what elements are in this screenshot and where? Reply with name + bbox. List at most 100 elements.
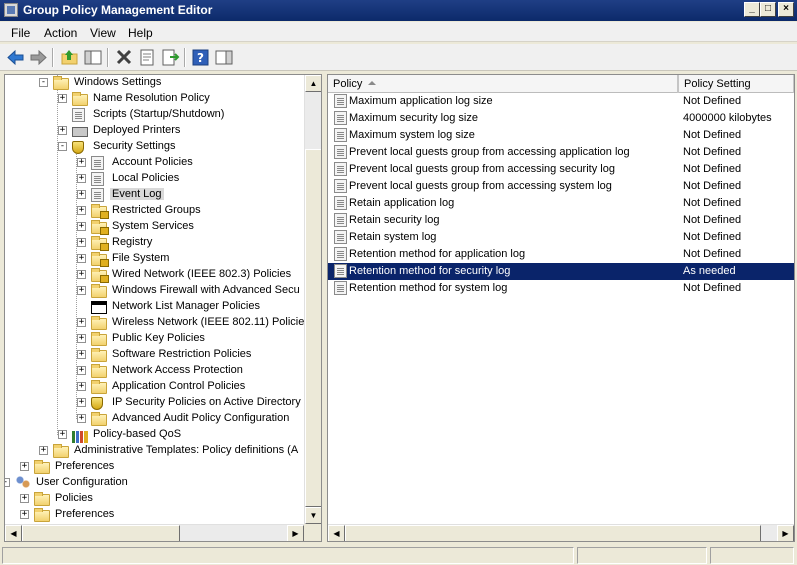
tree-node-label[interactable]: Preferences xyxy=(53,508,116,520)
tree-node[interactable]: + Windows Firewall with Advanced Secu xyxy=(5,283,304,299)
expand-toggle-icon[interactable]: + xyxy=(77,270,86,279)
tree-node[interactable]: + Public Key Policies xyxy=(5,331,304,347)
policy-row[interactable]: Retain application log Not Defined xyxy=(328,195,794,212)
menu-action[interactable]: Action xyxy=(44,26,77,40)
collapse-toggle-icon[interactable]: - xyxy=(39,78,48,87)
policy-row[interactable]: Maximum system log size Not Defined xyxy=(328,127,794,144)
scroll-up-button[interactable]: ▲ xyxy=(305,75,321,92)
app-icon[interactable] xyxy=(4,3,18,17)
export-list-icon[interactable] xyxy=(160,48,180,67)
show-action-pane-icon[interactable] xyxy=(214,48,234,67)
tree-node[interactable]: + Name Resolution Policy xyxy=(5,91,304,107)
tree-node-label[interactable]: Public Key Policies xyxy=(110,332,207,344)
tree-node[interactable]: + File System xyxy=(5,251,304,267)
scroll-thumb[interactable] xyxy=(22,525,180,541)
expand-toggle-icon[interactable]: + xyxy=(77,398,86,407)
policy-row[interactable]: Prevent local guests group from accessin… xyxy=(328,144,794,161)
tree-node-label[interactable]: User Configuration xyxy=(34,476,130,488)
tree-node-label[interactable]: Name Resolution Policy xyxy=(91,92,212,104)
tree-node-label[interactable]: Scripts (Startup/Shutdown) xyxy=(91,108,226,120)
tree-node[interactable]: + Deployed Printers xyxy=(5,123,304,139)
tree-node[interactable]: - User Configuration xyxy=(5,475,304,491)
expand-toggle-icon[interactable]: + xyxy=(20,462,29,471)
expand-toggle-icon[interactable]: + xyxy=(77,174,86,183)
tree-node[interactable]: + Account Policies xyxy=(5,155,304,171)
tree-horizontal-scrollbar[interactable]: ◀ ▶ xyxy=(5,524,304,541)
menu-help[interactable]: Help xyxy=(128,26,153,40)
policy-row[interactable]: Prevent local guests group from accessin… xyxy=(328,178,794,195)
close-button[interactable]: × xyxy=(778,2,794,17)
tree-node[interactable]: + System Services xyxy=(5,219,304,235)
minimize-button[interactable]: _ xyxy=(744,2,760,17)
tree-node[interactable]: + Preferences xyxy=(5,459,304,475)
tree-node[interactable]: + Event Log xyxy=(5,187,304,203)
tree-node-label[interactable]: Account Policies xyxy=(110,156,195,168)
tree-node-label[interactable]: Network List Manager Policies xyxy=(110,300,262,312)
column-header-policy[interactable]: Policy xyxy=(328,75,678,93)
policy-row[interactable]: Maximum security log size 4000000 kilobyt… xyxy=(328,110,794,127)
tree-node-label[interactable]: Preferences xyxy=(53,460,116,472)
tree-node[interactable]: + Local Policies xyxy=(5,171,304,187)
tree-node-label[interactable]: Windows Settings xyxy=(72,76,163,88)
scroll-left-button[interactable]: ◀ xyxy=(5,525,22,541)
tree-node-label[interactable]: File System xyxy=(110,252,171,264)
tree-node[interactable]: + Preferences xyxy=(5,507,304,523)
expand-toggle-icon[interactable]: + xyxy=(77,334,86,343)
tree-node-label[interactable]: Event Log xyxy=(110,188,164,200)
maximize-button[interactable]: □ xyxy=(760,2,776,17)
expand-toggle-icon[interactable]: + xyxy=(77,414,86,423)
tree-node[interactable]: + Registry xyxy=(5,235,304,251)
policy-row[interactable]: Retain security log Not Defined xyxy=(328,212,794,229)
tree-node-label[interactable]: Windows Firewall with Advanced Secu xyxy=(110,284,302,296)
column-header-policy-setting[interactable]: Policy Setting xyxy=(678,75,794,93)
expand-toggle-icon[interactable]: + xyxy=(77,206,86,215)
expand-toggle-icon[interactable]: + xyxy=(58,94,67,103)
expand-toggle-icon[interactable]: + xyxy=(20,494,29,503)
expand-toggle-icon[interactable]: + xyxy=(39,446,48,455)
expand-toggle-icon[interactable]: + xyxy=(77,318,86,327)
list-horizontal-scrollbar[interactable]: ◀ ▶ xyxy=(328,524,794,541)
expand-toggle-icon[interactable]: + xyxy=(77,350,86,359)
tree-node-label[interactable]: Network Access Protection xyxy=(110,364,245,376)
tree-node[interactable]: Network List Manager Policies xyxy=(5,299,304,315)
back-icon[interactable] xyxy=(6,48,26,67)
policy-row[interactable]: Retention method for system log Not Defin… xyxy=(328,280,794,297)
tree-node-label[interactable]: System Services xyxy=(110,220,196,232)
expand-toggle-icon[interactable]: + xyxy=(77,158,86,167)
details-pane[interactable]: Policy Policy Setting Maximum applicatio… xyxy=(327,74,795,542)
menu-view[interactable]: View xyxy=(90,26,116,40)
tree-node-label[interactable]: Policies xyxy=(53,492,95,504)
scroll-down-button[interactable]: ▼ xyxy=(305,507,321,524)
up-folder-icon[interactable] xyxy=(60,48,80,67)
tree-node[interactable]: + Network Access Protection xyxy=(5,363,304,379)
scroll-thumb[interactable] xyxy=(345,525,761,541)
expand-toggle-icon[interactable]: + xyxy=(77,254,86,263)
expand-toggle-icon[interactable]: + xyxy=(77,286,86,295)
scroll-right-button[interactable]: ▶ xyxy=(287,525,304,541)
tree-node-label[interactable]: Software Restriction Policies xyxy=(110,348,253,360)
tree-node[interactable]: + Restricted Groups xyxy=(5,203,304,219)
tree-node-label[interactable]: Deployed Printers xyxy=(91,124,182,136)
expand-toggle-icon[interactable]: + xyxy=(77,238,86,247)
tree-node-label[interactable]: Policy-based QoS xyxy=(91,428,183,440)
expand-toggle-icon[interactable]: + xyxy=(77,382,86,391)
tree-node-label[interactable]: Advanced Audit Policy Configuration xyxy=(110,412,291,424)
tree-node[interactable]: + Wired Network (IEEE 802.3) Policies xyxy=(5,267,304,283)
tree-node[interactable]: + Administrative Templates: Policy defini… xyxy=(5,443,304,459)
scroll-left-button[interactable]: ◀ xyxy=(328,525,345,541)
tree-node[interactable]: + IP Security Policies on Active Director… xyxy=(5,395,304,411)
tree-vertical-scrollbar[interactable]: ▲ ▼ xyxy=(304,75,321,524)
tree-node[interactable]: + Software Restriction Policies xyxy=(5,347,304,363)
collapse-toggle-icon[interactable]: - xyxy=(5,478,10,487)
expand-toggle-icon[interactable]: + xyxy=(58,126,67,135)
tree-node-label[interactable]: Wired Network (IEEE 802.3) Policies xyxy=(110,268,293,280)
policy-row[interactable]: Prevent local guests group from accessin… xyxy=(328,161,794,178)
policy-row[interactable]: Retention method for application log Not … xyxy=(328,246,794,263)
policy-row[interactable]: Retain system log Not Defined xyxy=(328,229,794,246)
tree-node-label[interactable]: Security Settings xyxy=(91,140,178,152)
tree-node[interactable]: + Advanced Audit Policy Configuration xyxy=(5,411,304,427)
tree-node-label[interactable]: Application Control Policies xyxy=(110,380,247,392)
tree-node[interactable]: + Wireless Network (IEEE 802.11) Policie xyxy=(5,315,304,331)
tree-node[interactable]: Scripts (Startup/Shutdown) xyxy=(5,107,304,123)
show-hide-tree-icon[interactable] xyxy=(83,48,103,67)
